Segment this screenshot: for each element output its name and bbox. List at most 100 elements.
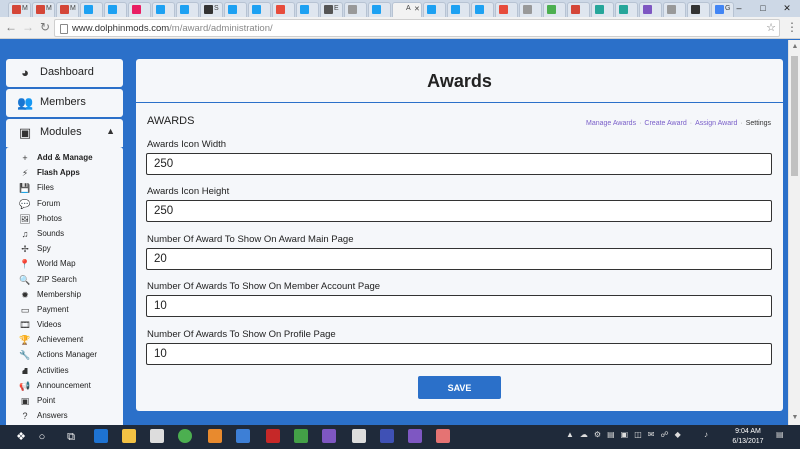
reload-button[interactable]: ↻ — [37, 20, 53, 36]
file-explorer-icon[interactable] — [122, 429, 136, 443]
browser-tab[interactable] — [615, 2, 638, 17]
browser-tab[interactable]: M — [8, 2, 31, 17]
tab-favicon-icon — [180, 5, 189, 14]
sidebar-item-members[interactable]: 👥 Members — [6, 89, 123, 117]
music-icon: ♫ — [21, 228, 29, 239]
sidebar-module-item[interactable]: 🖼 Photos — [6, 212, 123, 227]
sidebar-module-item[interactable]: ✹ Membership — [6, 288, 123, 303]
browser-tab[interactable] — [152, 2, 175, 17]
browser-tab[interactable] — [639, 2, 662, 17]
back-button[interactable]: ← — [3, 20, 19, 36]
taskbar-clock[interactable]: 9:04 AM 6/13/2017 — [728, 427, 768, 447]
close-tab-icon[interactable]: ✕ — [414, 5, 420, 13]
sidebar-module-item[interactable]: 📍 World Map — [6, 257, 123, 272]
browser-tab[interactable] — [687, 2, 710, 17]
browser-tab[interactable] — [567, 2, 590, 17]
visual-studio-icon[interactable] — [322, 429, 336, 443]
cortana-search-icon[interactable]: ○ — [33, 428, 51, 446]
tab-favicon-icon — [667, 5, 676, 14]
browser-tab[interactable]: G — [711, 2, 734, 17]
bookmark-star-icon[interactable]: ☆ — [766, 21, 776, 34]
browser-tab[interactable] — [272, 2, 295, 17]
sidebar-module-item[interactable]: ▣ Point — [6, 394, 123, 409]
maximize-button[interactable]: □ — [752, 0, 774, 17]
browser-tab[interactable] — [128, 2, 151, 17]
scrollbar-thumb[interactable] — [791, 56, 798, 176]
task-view-icon[interactable]: ⧉ — [62, 428, 80, 446]
volume-icon[interactable]: ♪ — [704, 430, 708, 439]
icon-width-input[interactable] — [146, 153, 772, 175]
browser-tab[interactable] — [471, 2, 494, 17]
chevron-up-icon[interactable]: ▲ — [106, 126, 115, 136]
scroll-down-icon[interactable]: ▼ — [789, 413, 800, 423]
sidebar-module-item[interactable]: ⛘ Activities — [6, 364, 123, 379]
sidebar-module-item[interactable]: 💬 Forum — [6, 197, 123, 212]
sidebar-item-dashboard[interactable]: ◕ Dashboard — [6, 59, 123, 87]
sidebar-module-item[interactable]: 🔧 Actions Manager — [6, 348, 123, 363]
remote-desktop-icon[interactable] — [380, 429, 394, 443]
sidebar-module-item[interactable]: ⚡ Flash Apps — [6, 166, 123, 181]
sidebar-module-item[interactable]: 🎞 Videos — [6, 318, 123, 333]
sidebar-module-item[interactable]: 📢 Announcement — [6, 379, 123, 394]
forward-button[interactable]: → — [20, 20, 36, 36]
browser-tab[interactable] — [344, 2, 367, 17]
photo-icon: 🖼 — [19, 213, 31, 224]
browser-tab[interactable]: M — [32, 2, 55, 17]
browser-tab[interactable] — [368, 2, 391, 17]
assign-award-link[interactable]: Assign Award — [695, 120, 737, 127]
network-app-icon[interactable] — [294, 429, 308, 443]
browser-tab-active[interactable]: A ✕ — [392, 2, 422, 17]
sidebar-module-item[interactable]: ✢ Spy — [6, 242, 123, 257]
browser-tab[interactable] — [423, 2, 446, 17]
account-page-count-input[interactable] — [146, 295, 772, 317]
sidebar-module-item[interactable]: 🔍 ZIP Search — [6, 273, 123, 288]
tab-favicon-icon — [156, 5, 165, 14]
browser-tab[interactable] — [447, 2, 470, 17]
browser-tab[interactable] — [495, 2, 518, 17]
tab-title: E — [334, 5, 339, 12]
browser-menu-icon[interactable]: ⋮ — [786, 20, 798, 35]
chrome-icon[interactable] — [178, 429, 192, 443]
manage-awards-link[interactable]: Manage Awards — [586, 120, 636, 127]
store-icon[interactable] — [150, 429, 164, 443]
photo-viewer-icon[interactable] — [436, 429, 450, 443]
sidebar-module-item[interactable]: ? Answers — [6, 409, 123, 424]
filezilla-icon[interactable] — [266, 429, 280, 443]
paint-app-icon[interactable] — [208, 429, 222, 443]
page-scrollbar[interactable]: ▲ ▼ — [788, 40, 800, 425]
browser-tab[interactable] — [248, 2, 271, 17]
save-button[interactable]: SAVE — [418, 376, 501, 399]
sidebar-module-item[interactable]: 🏆 Achievement — [6, 333, 123, 348]
main-page-count-input[interactable] — [146, 248, 772, 270]
create-award-link[interactable]: Create Award — [644, 120, 686, 127]
browser-tab[interactable]: S — [200, 2, 223, 17]
translator-app-icon[interactable] — [236, 429, 250, 443]
browser-tab[interactable] — [80, 2, 103, 17]
sidebar-module-item[interactable]: ▭ Payment — [6, 303, 123, 318]
notification-icon[interactable]: ▤ — [776, 430, 784, 439]
settings-app-icon[interactable] — [352, 429, 366, 443]
edge-browser-icon[interactable] — [94, 429, 108, 443]
browser-tab[interactable] — [176, 2, 199, 17]
browser-tab[interactable] — [519, 2, 542, 17]
road-icon: ⛘ — [21, 365, 29, 376]
close-window-button[interactable]: ✕ — [776, 0, 798, 17]
browser-tab[interactable]: E — [320, 2, 343, 17]
sidebar-module-item[interactable]: ♫ Sounds — [6, 227, 123, 242]
profile-page-count-input[interactable] — [146, 343, 772, 365]
sidebar-module-item[interactable]: + Add & Manage — [6, 151, 123, 166]
browser-tab[interactable]: M — [56, 2, 79, 17]
sidebar-item-modules[interactable]: ▣ Modules ▲ — [6, 119, 123, 147]
browser-tab[interactable] — [543, 2, 566, 17]
browser-tab[interactable] — [104, 2, 127, 17]
windows-start-icon[interactable]: ❖ — [12, 428, 30, 446]
browser-tab[interactable] — [296, 2, 319, 17]
browser-tab[interactable] — [591, 2, 614, 17]
visual-studio-2-icon[interactable] — [408, 429, 422, 443]
browser-tab[interactable] — [224, 2, 247, 17]
address-bar[interactable]: www.dolphinmods.com/m/award/administrati… — [54, 19, 780, 37]
browser-tab[interactable] — [663, 2, 686, 17]
icon-height-input[interactable] — [146, 200, 772, 222]
sidebar-module-item[interactable]: 💾 Files — [6, 181, 123, 196]
scroll-up-icon[interactable]: ▲ — [789, 42, 800, 52]
